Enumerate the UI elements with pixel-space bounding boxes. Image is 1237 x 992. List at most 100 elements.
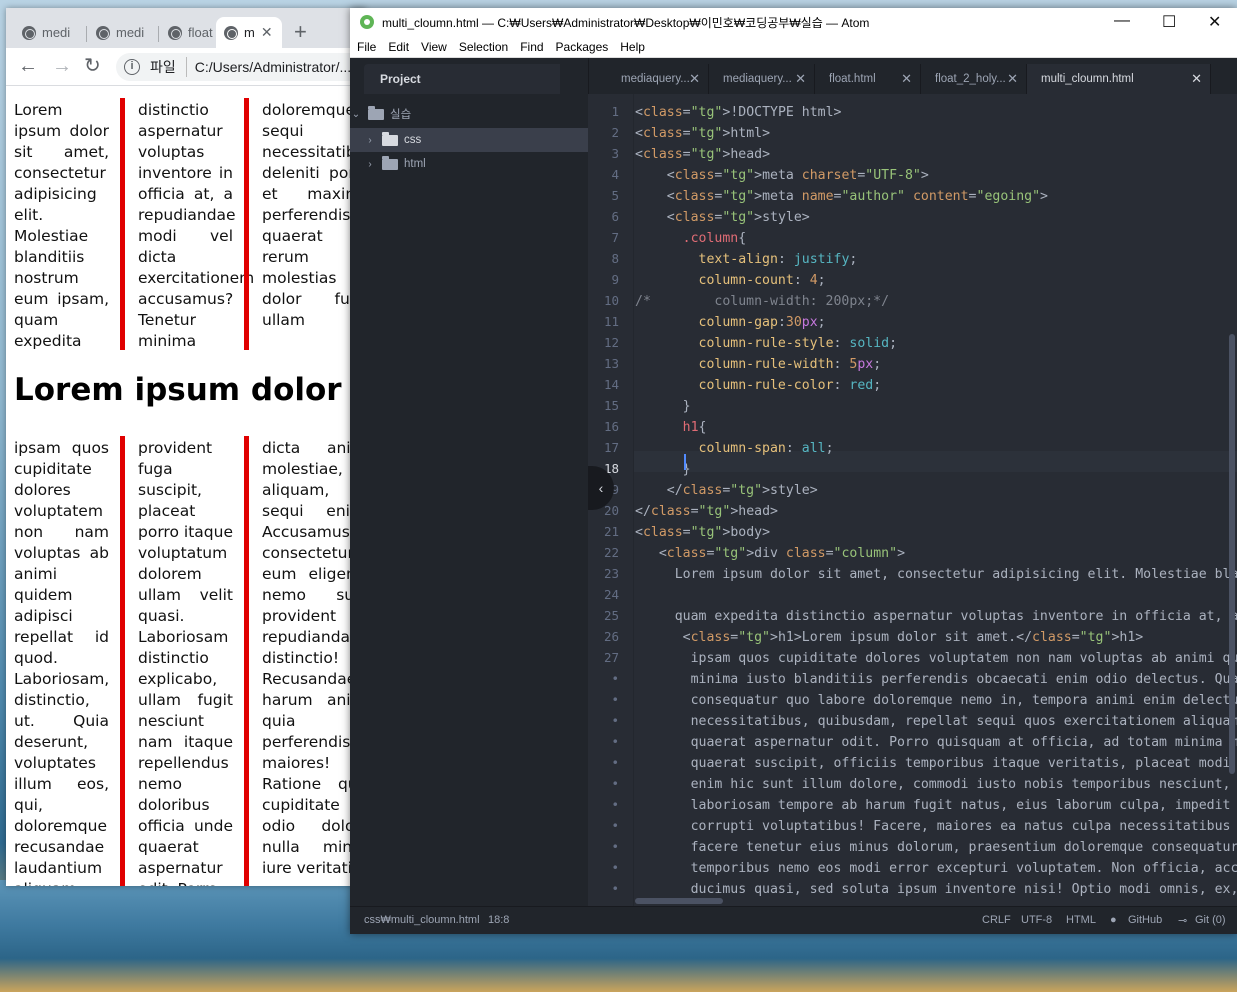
- vertical-scrollbar[interactable]: [1229, 334, 1235, 774]
- folder-icon: [382, 131, 398, 146]
- line-number: 3: [611, 146, 619, 161]
- github-icon[interactable]: ●: [1110, 914, 1117, 926]
- code-line[interactable]: column-rule-width: 5px;: [635, 354, 1237, 375]
- close-tab-icon[interactable]: ✕: [901, 64, 912, 94]
- globe-icon: [168, 25, 182, 40]
- code-line[interactable]: minima iusto blanditiis perferendis obca…: [635, 669, 1237, 690]
- info-icon[interactable]: i: [124, 59, 140, 75]
- code-line[interactable]: }: [635, 396, 1237, 417]
- code-line[interactable]: column-span: all;: [635, 438, 1237, 459]
- menu-packages[interactable]: Packages: [556, 40, 609, 54]
- code-line[interactable]: Lorem ipsum dolor sit amet, consectetur …: [635, 564, 1237, 585]
- editor-tab-active[interactable]: multi_cloumn.html ✕: [1027, 64, 1211, 94]
- git-branch-icon[interactable]: ⊸: [1178, 914, 1187, 927]
- code-line[interactable]: <class="tg">meta name="author" content="…: [635, 186, 1237, 207]
- folder-label: html: [404, 158, 426, 170]
- code-line[interactable]: laboriosam tempore ab harum fugit natus,…: [635, 795, 1237, 816]
- menu-view[interactable]: View: [421, 40, 447, 54]
- code-line[interactable]: ipsam quos cupiditate dolores voluptatem…: [635, 648, 1237, 669]
- editor-tab[interactable]: float_2_holy... ✕: [921, 64, 1027, 94]
- code-line[interactable]: quaerat suscipit, officiis temporibus it…: [635, 753, 1237, 774]
- code-line[interactable]: h1{: [635, 417, 1237, 438]
- menu-find[interactable]: Find: [520, 40, 543, 54]
- code-line[interactable]: consequatur quo labore doloremque nemo i…: [635, 690, 1237, 711]
- code-line[interactable]: </class="tg">head>: [635, 501, 1237, 522]
- code-line[interactable]: column-count: 4;: [635, 270, 1237, 291]
- status-line-ending[interactable]: CRLF: [982, 914, 1011, 926]
- menu-edit[interactable]: Edit: [388, 40, 409, 54]
- close-tab-icon[interactable]: ✕: [1007, 64, 1018, 94]
- status-grammar[interactable]: HTML: [1066, 914, 1096, 926]
- code-line[interactable]: <class="tg">style>: [635, 207, 1237, 228]
- reload-icon[interactable]: ↻: [84, 56, 101, 76]
- close-window-icon[interactable]: ✕: [1208, 12, 1221, 32]
- menu-help[interactable]: Help: [620, 40, 645, 54]
- page-heading: Lorem ipsum dolor sit amet.: [14, 372, 366, 408]
- code-line[interactable]: [635, 585, 1237, 606]
- text-editor[interactable]: 1234567891011121314151617181920212223242…: [588, 94, 1237, 906]
- code-line[interactable]: text-align: justify;: [635, 249, 1237, 270]
- tree-item-css[interactable]: › css: [350, 128, 588, 152]
- status-file-path[interactable]: css₩multi_cloumn.html: [364, 914, 480, 926]
- code-line[interactable]: <class="tg">head>: [635, 144, 1237, 165]
- code-line[interactable]: temporibus nemo eos modi error excepturi…: [635, 858, 1237, 879]
- code-line[interactable]: <class="tg">body>: [635, 522, 1237, 543]
- code-line[interactable]: facere tenetur eius minus dolorum, praes…: [635, 837, 1237, 858]
- chevron-down-icon[interactable]: ⌄: [350, 109, 362, 120]
- code-line[interactable]: <class="tg">meta charset="UTF-8">: [635, 165, 1237, 186]
- close-tab-icon[interactable]: ✕: [795, 64, 806, 94]
- back-arrow-icon[interactable]: ←: [18, 56, 38, 76]
- forward-arrow-icon[interactable]: →: [52, 56, 72, 76]
- code-line[interactable]: <class="tg">!DOCTYPE html>: [635, 102, 1237, 123]
- line-number: 24: [603, 587, 619, 602]
- browser-tab[interactable]: float: [160, 17, 216, 48]
- chevron-right-icon[interactable]: ›: [364, 135, 376, 146]
- browser-tab[interactable]: medi: [88, 17, 158, 48]
- address-bar[interactable]: i 파일 C:/Users/Administrator/...: [116, 53, 366, 81]
- minimize-icon[interactable]: —: [1114, 12, 1130, 30]
- code-line[interactable]: column-gap:30px;: [635, 312, 1237, 333]
- line-number: 7: [611, 230, 619, 245]
- tree-item-root-folder[interactable]: ⌄ 실습: [350, 102, 588, 126]
- code-line[interactable]: ducimus quasi, sed soluta ipsum inventor…: [635, 879, 1237, 900]
- line-number: •: [611, 860, 619, 875]
- close-tab-icon[interactable]: ✕: [1191, 64, 1202, 94]
- browser-tab-active[interactable]: m ✕: [216, 17, 282, 48]
- horizontal-scrollbar[interactable]: [635, 898, 723, 904]
- code-line[interactable]: <class="tg">html>: [635, 123, 1237, 144]
- status-github[interactable]: GitHub: [1128, 914, 1162, 926]
- code-line[interactable]: column-rule-style: solid;: [635, 333, 1237, 354]
- editor-tab[interactable]: float.html ✕: [815, 64, 921, 94]
- code-line[interactable]: quaerat aspernatur odit. Porro quisquam …: [635, 732, 1237, 753]
- line-number: •: [611, 881, 619, 896]
- code-line[interactable]: enim hic sunt illum dolore, commodi iust…: [635, 774, 1237, 795]
- menu-file[interactable]: File: [357, 40, 376, 54]
- status-cursor-position[interactable]: 18:8: [488, 914, 509, 926]
- editor-tab[interactable]: mediaquery... ✕: [709, 64, 815, 94]
- menu-selection[interactable]: Selection: [459, 40, 508, 54]
- project-tab[interactable]: Project: [364, 64, 560, 94]
- maximize-icon[interactable]: ☐: [1162, 12, 1176, 32]
- column-text: Lorem ipsum dolor sit amet, consectetur …: [14, 101, 109, 350]
- code-area[interactable]: <class="tg">!DOCTYPE html> <class="tg">ht…: [635, 94, 1237, 906]
- status-encoding[interactable]: UTF-8: [1021, 914, 1052, 926]
- close-tab-icon[interactable]: ✕: [689, 64, 700, 94]
- code-line[interactable]: .column{: [635, 228, 1237, 249]
- code-line[interactable]: corrupti voluptatibus! Facere, maiores e…: [635, 816, 1237, 837]
- editor-tab[interactable]: mediaquery.... ✕: [607, 64, 709, 94]
- tree-item-html[interactable]: › html: [350, 152, 588, 176]
- chevron-right-icon[interactable]: ›: [364, 159, 376, 170]
- code-line[interactable]: }: [635, 459, 1237, 480]
- new-tab-button[interactable]: +: [294, 21, 307, 43]
- close-tab-icon[interactable]: ✕: [261, 24, 273, 41]
- status-git[interactable]: Git (0): [1195, 914, 1226, 926]
- code-line[interactable]: /* column-width: 200px;*/: [635, 291, 1237, 312]
- code-line[interactable]: column-rule-color: red;: [635, 375, 1237, 396]
- code-line[interactable]: quam expedita distinctio aspernatur volu…: [635, 606, 1237, 627]
- browser-tab[interactable]: medi: [14, 17, 86, 48]
- code-line[interactable]: necessitatibus, quibusdam, repellat sequ…: [635, 711, 1237, 732]
- code-line[interactable]: </class="tg">style>: [635, 480, 1237, 501]
- code-line[interactable]: <class="tg">h1>Lorem ipsum dolor sit ame…: [635, 627, 1237, 648]
- line-number: 9: [611, 272, 619, 287]
- code-line[interactable]: <class="tg">div class="column">: [635, 543, 1237, 564]
